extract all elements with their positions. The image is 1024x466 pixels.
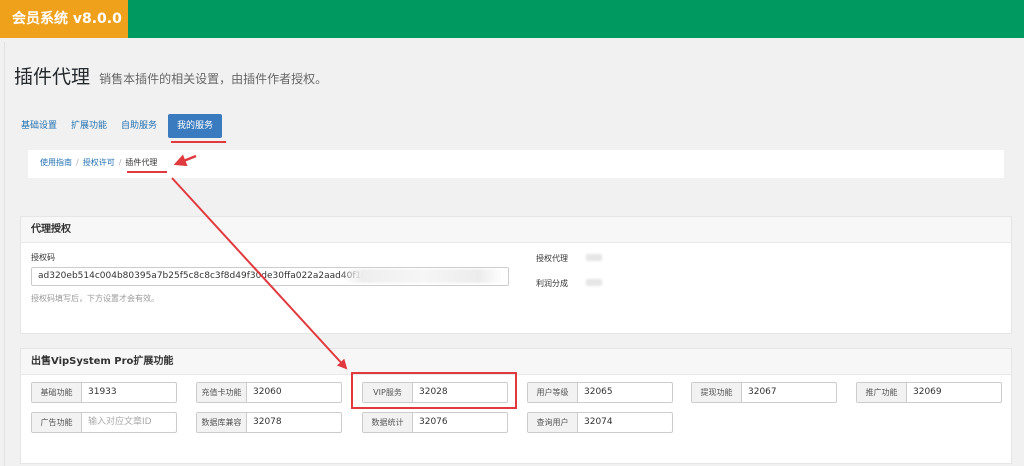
- annotation-arrow-breadcrumb: [173, 154, 197, 167]
- annotation-arrows: [171, 154, 348, 370]
- annotation-arrow-vip: [171, 177, 348, 370]
